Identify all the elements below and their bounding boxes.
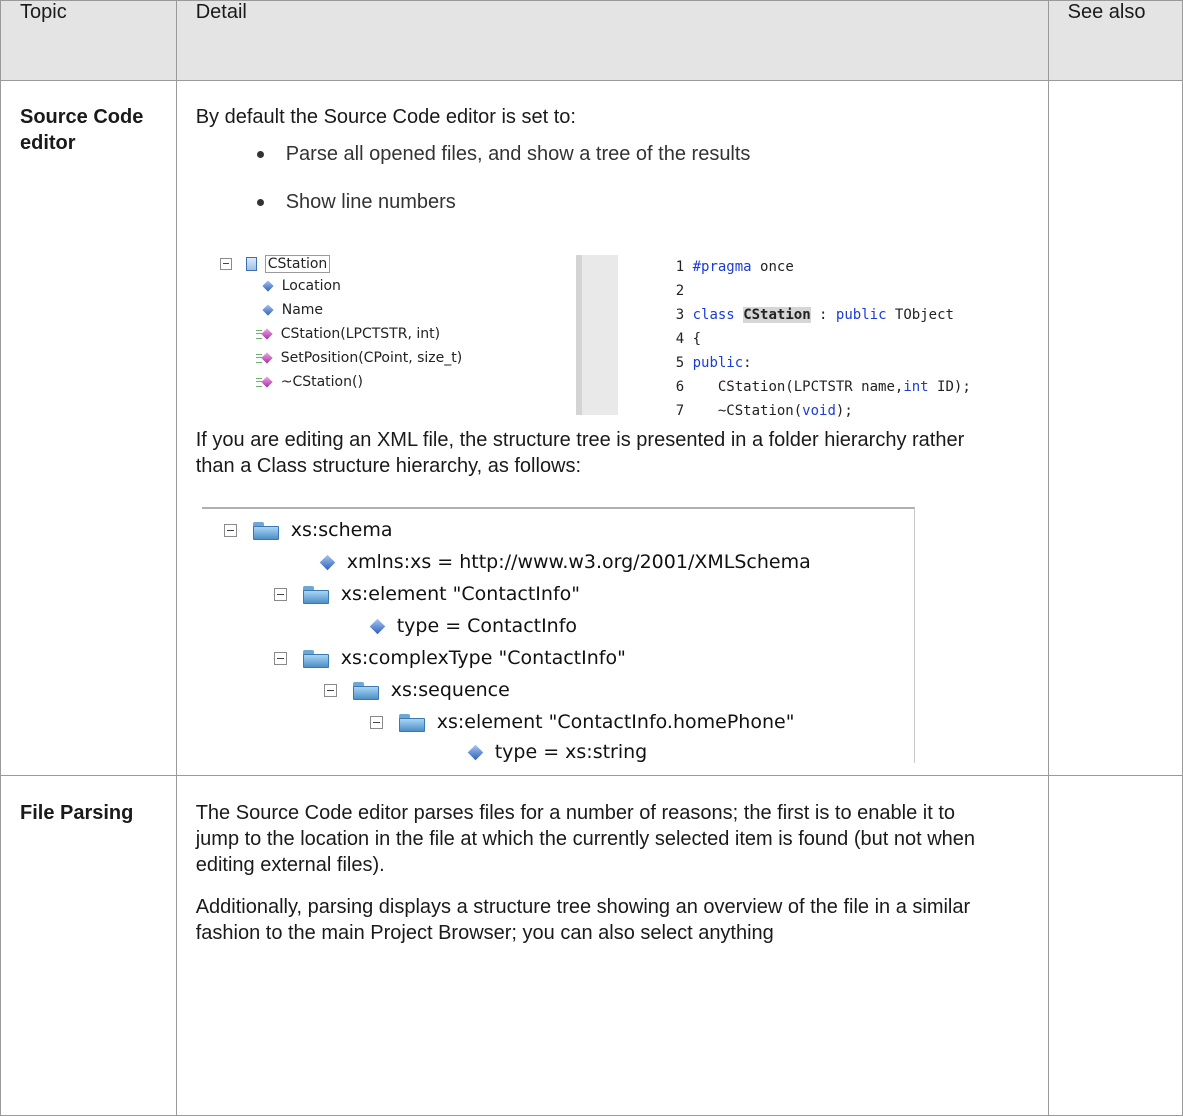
operation-icon	[261, 376, 273, 388]
table-row: File Parsing The Source Code editor pars…	[0, 775, 1183, 1116]
header-detail: Detail	[175, 0, 1049, 81]
class-tree-screenshot: CStation Location Name CStation(LPCTSTR,…	[196, 255, 1048, 427]
bullet-list: Parse all opened files, and show a tree …	[196, 141, 1048, 215]
tree-root-label: CStation	[264, 255, 331, 273]
tree-item: xmlns:xs = http://www.w3.org/2001/XMLSch…	[346, 551, 811, 573]
detail-paragraph: The Source Code editor parses files for …	[195, 802, 976, 876]
collapse-icon	[223, 524, 237, 537]
tree-item: Location	[281, 278, 341, 294]
tree-item: Name	[281, 302, 324, 318]
code-editor-snippet: 1 #pragma once 2 3 class CStation : publ…	[575, 255, 1016, 419]
detail-intro: By default the Source Code editor is set…	[195, 106, 576, 128]
code-line: 5 public:	[675, 355, 752, 371]
row-detail: By default the Source Code editor is set…	[175, 80, 1049, 776]
folder-icon	[252, 521, 279, 540]
code-line: 7 ~CStation(void);	[675, 403, 853, 419]
list-item: Show line numbers	[196, 189, 1048, 215]
attribute-icon	[319, 554, 335, 571]
code-line: 1 #pragma once	[675, 259, 794, 275]
folder-icon	[352, 681, 379, 700]
tree-item: SetPosition(CPoint, size_t)	[280, 350, 463, 366]
attribute-icon	[369, 618, 385, 635]
tree-item: CStation(LPCTSTR, int)	[280, 326, 441, 342]
collapse-icon	[323, 684, 337, 697]
attribute-icon	[262, 304, 274, 316]
collapse-icon	[369, 716, 383, 729]
row-topic: File Parsing	[0, 775, 177, 1116]
table-header-row: Topic Detail See also	[0, 0, 1183, 81]
detail-paragraph: Additionally, parsing displays a structu…	[195, 896, 971, 944]
folder-icon	[302, 585, 329, 604]
xml-tree-screenshot: xs:schema xmlns:xs = http://www.w3.org/2…	[201, 507, 915, 763]
operation-icon	[261, 328, 273, 340]
topic-table: Topic Detail See also Source Code editor…	[0, 0, 1183, 1116]
tree-item: xs:schema	[290, 519, 393, 541]
tree-item: xs:complexType "ContactInfo"	[340, 647, 626, 669]
code-line: 2	[675, 283, 685, 299]
operation-icon	[261, 352, 273, 364]
row-detail: The Source Code editor parses files for …	[175, 775, 1049, 1116]
row-see-also	[1047, 80, 1183, 776]
folder-icon	[398, 713, 425, 732]
list-item: Parse all opened files, and show a tree …	[196, 141, 1048, 167]
row-see-also	[1047, 775, 1183, 1116]
tree-item: ~CStation()	[280, 374, 363, 390]
folder-icon	[302, 649, 329, 668]
code-line: 4 {	[675, 331, 702, 347]
collapse-icon	[273, 588, 287, 601]
row-topic: Source Code editor	[0, 80, 177, 776]
class-icon	[245, 257, 257, 271]
tree-item: xs:element "ContactInfo"	[340, 583, 581, 605]
attribute-icon	[467, 744, 483, 761]
code-line: 3 class CStation : public TObject	[675, 307, 954, 323]
xml-description: If you are editing an XML file, the stru…	[195, 429, 965, 477]
tree-item: type = ContactInfo	[396, 615, 578, 637]
collapse-icon	[273, 652, 287, 665]
table-row: Source Code editor By default the Source…	[0, 80, 1183, 776]
editor-gutter	[575, 255, 618, 415]
header-topic: Topic	[0, 0, 177, 81]
header-see-also: See also	[1047, 0, 1183, 81]
tree-item: xs:sequence	[390, 679, 510, 701]
tree-item: xs:element "ContactInfo.homePhone"	[436, 711, 795, 733]
code-line: 6 CStation(LPCTSTR name,int ID);	[675, 379, 971, 395]
collapse-icon	[219, 258, 232, 270]
tree-item: type = xs:string	[494, 741, 648, 763]
attribute-icon	[262, 280, 274, 292]
